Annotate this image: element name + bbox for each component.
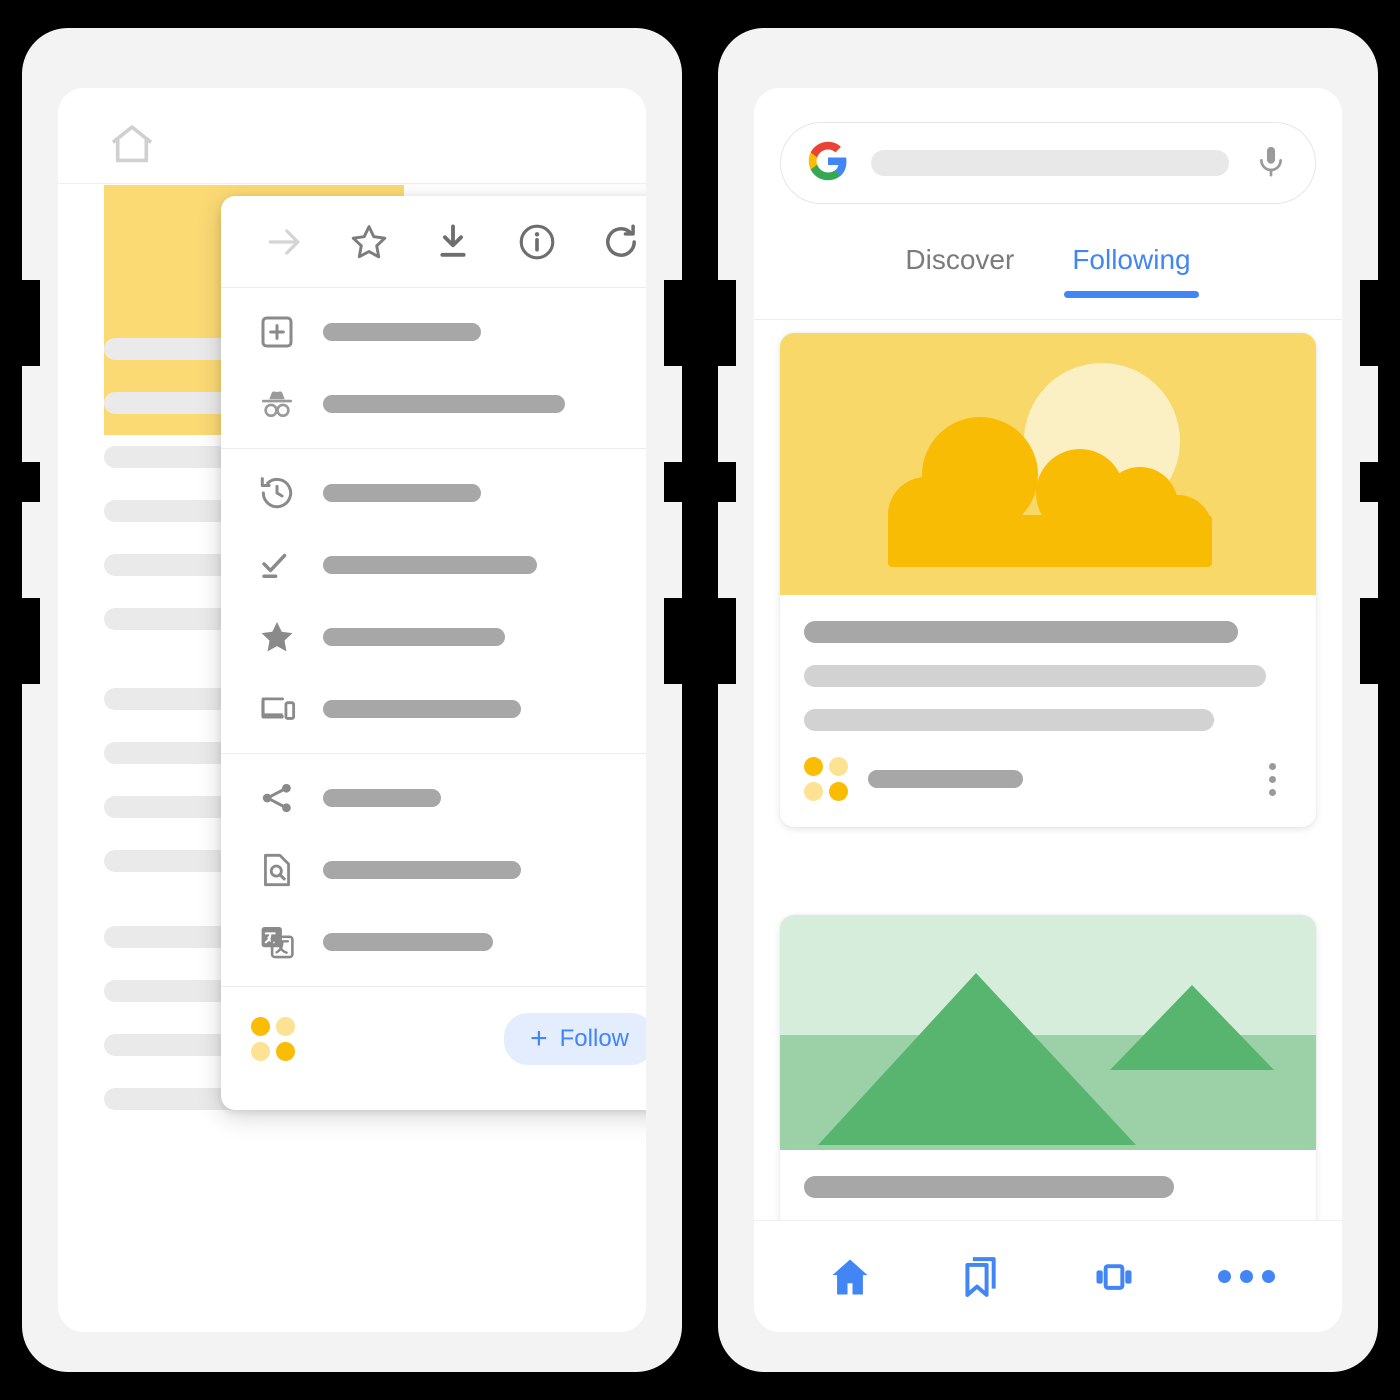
download-icon[interactable]: [427, 216, 479, 268]
menu-item-translate[interactable]: [221, 906, 646, 978]
right-phone-screen: Discover Following: [754, 88, 1342, 1332]
left-phone-screen: + Follow: [58, 88, 646, 1332]
incognito-icon: [251, 378, 303, 430]
discover-header: Discover Following: [754, 88, 1342, 321]
side-button-right-bottom: [1360, 598, 1400, 684]
menu-quick-actions: [221, 196, 646, 288]
card-title-placeholder: [804, 1176, 1174, 1198]
info-circle-icon[interactable]: [511, 216, 563, 268]
side-button-left-bottom: [0, 598, 40, 684]
card-line-placeholder: [804, 709, 1214, 731]
menu-item-label: [323, 861, 521, 879]
browser-toolbar: [58, 88, 646, 184]
new-tab-icon: [251, 306, 303, 358]
kebab-menu-icon[interactable]: [1252, 759, 1292, 799]
bottom-navigation-bar: [754, 1220, 1342, 1332]
translate-icon: [251, 916, 303, 968]
tab-following[interactable]: Following: [1064, 238, 1199, 298]
menu-item-share[interactable]: [221, 762, 646, 834]
google-news-four-dot-logo: [804, 757, 848, 801]
share-icon: [251, 772, 303, 824]
feed-card-mountains[interactable]: [780, 915, 1316, 1266]
chrome-overflow-menu[interactable]: + Follow: [221, 196, 646, 1110]
plus-icon: +: [530, 1022, 548, 1055]
google-g-icon: [807, 140, 849, 187]
menu-item-recent-tabs[interactable]: [221, 673, 646, 745]
side-button-left-top: [696, 280, 736, 366]
menu-item-label: [323, 628, 505, 646]
side-button-right-top: [1360, 280, 1400, 366]
feed-card-weather[interactable]: [780, 333, 1316, 827]
reload-icon[interactable]: [595, 216, 646, 268]
menu-item-incognito[interactable]: [221, 368, 646, 440]
screenshot-stage: + Follow Discover Following: [0, 0, 1400, 1400]
card-line-placeholder: [804, 665, 1266, 687]
menu-group-new: [221, 288, 646, 448]
forward-arrow-icon[interactable]: [259, 216, 311, 268]
side-button-left-top: [0, 280, 40, 366]
star-outline-icon[interactable]: [343, 216, 395, 268]
more-dots-icon[interactable]: [1214, 1245, 1278, 1309]
weather-sun-clouds-illustration: [780, 333, 1316, 595]
card-title-placeholder: [804, 621, 1238, 643]
menu-group-library: [221, 449, 646, 753]
menu-item-find-in-page[interactable]: [221, 834, 646, 906]
menu-group-page-actions: [221, 754, 646, 986]
search-bar[interactable]: [780, 122, 1316, 204]
side-button-left-mid: [0, 462, 40, 502]
weather-card-text: [780, 595, 1316, 731]
left-phone-frame: + Follow: [0, 28, 704, 1372]
google-news-four-dot-logo: [251, 1017, 295, 1061]
card-source-label: [868, 770, 1023, 788]
menu-item-downloads[interactable]: [221, 529, 646, 601]
bookmarks-star-icon: [251, 611, 303, 663]
discover-feed[interactable]: [754, 321, 1342, 1266]
tab-carousel-icon[interactable]: [1082, 1245, 1146, 1309]
follow-button[interactable]: + Follow: [504, 1013, 646, 1065]
menu-item-label: [323, 700, 521, 718]
menu-item-new-tab[interactable]: [221, 296, 646, 368]
menu-item-label: [323, 556, 537, 574]
discover-tabs: Discover Following: [754, 238, 1342, 320]
side-button-left-bottom: [696, 598, 736, 684]
search-input[interactable]: [871, 150, 1229, 176]
home-icon[interactable]: [104, 118, 160, 175]
menu-item-history[interactable]: [221, 457, 646, 529]
home-filled-icon[interactable]: [818, 1245, 882, 1309]
history-icon: [251, 467, 303, 519]
side-button-right-mid: [1360, 462, 1400, 502]
menu-item-label: [323, 395, 565, 413]
menu-item-bookmarks[interactable]: [221, 601, 646, 673]
find-in-page-icon: [251, 844, 303, 896]
right-phone-frame: Discover Following: [696, 28, 1400, 1372]
menu-item-follow[interactable]: + Follow: [221, 987, 646, 1091]
follow-button-label: Follow: [559, 1025, 629, 1052]
menu-item-label: [323, 933, 493, 951]
menu-item-label: [323, 323, 481, 341]
mountains-landscape-illustration: [780, 915, 1316, 1150]
weather-card-footer: [780, 753, 1316, 827]
tab-discover[interactable]: Discover: [905, 238, 1014, 276]
menu-item-label: [323, 484, 481, 502]
downloads-icon: [251, 539, 303, 591]
recent-tabs-icon: [251, 683, 303, 735]
microphone-icon[interactable]: [1253, 143, 1289, 184]
side-button-left-mid: [696, 462, 736, 502]
menu-item-label: [323, 789, 441, 807]
bookmarks-stack-icon[interactable]: [950, 1245, 1014, 1309]
